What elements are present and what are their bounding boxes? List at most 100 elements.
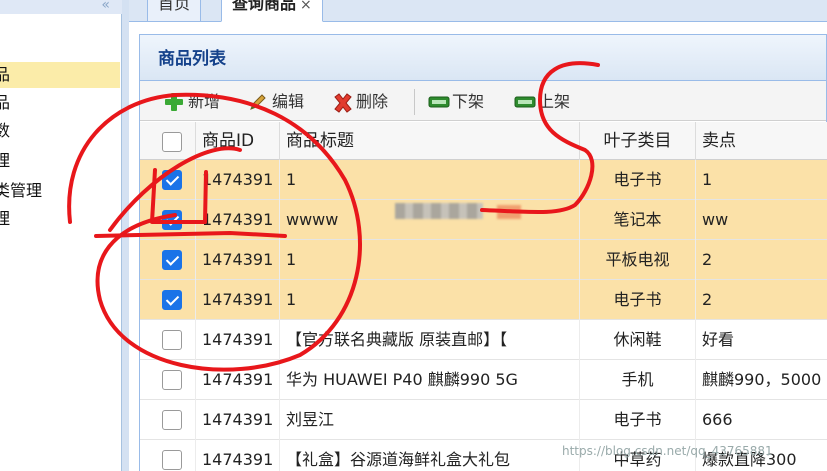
col-header-category[interactable]: 叶子类目 [580, 122, 696, 160]
nav-header: « [0, 0, 122, 14]
table-row[interactable]: 1474391 华为 HUAWEI P40 麒麟990 5G 手机 麒麟990，500… [140, 360, 827, 400]
nav-item-1[interactable]: 品 [0, 62, 120, 88]
shelf-bar-icon [428, 92, 450, 112]
col-header-title[interactable]: 商品标题 [280, 122, 580, 160]
table-row[interactable]: 1474391 wwww 笔记本 ww [140, 200, 827, 240]
offshelf-button[interactable]: 下架 [428, 91, 484, 113]
double-chevron-left-icon[interactable]: « [101, 0, 110, 13]
add-button[interactable]: 新增 [164, 91, 220, 113]
row-select-cell [140, 160, 196, 200]
row-checkbox[interactable] [162, 210, 182, 230]
row-checkbox[interactable] [162, 450, 182, 470]
cell-category: 笔记本 [580, 200, 696, 240]
delete-label: 删除 [356, 92, 389, 111]
row-checkbox[interactable] [162, 410, 182, 430]
offshelf-label: 下架 [452, 92, 485, 111]
nav-item-label: 品 [0, 65, 11, 84]
nav-item-label: 理 [0, 151, 11, 170]
delete-x-icon [332, 92, 352, 113]
cell-selling-point: 2 [702, 290, 713, 309]
tab-label: 查询商品 [232, 0, 297, 13]
cell-selling-point: ww [702, 210, 729, 229]
select-all-cell [140, 122, 196, 160]
edit-button[interactable]: 编辑 [248, 91, 304, 113]
tab-label: 首页 [158, 0, 191, 13]
table-row[interactable]: 1474391 1 电子书 1 [140, 160, 827, 200]
row-select-cell [140, 400, 196, 440]
cell-title: 【礼盒】谷源道海鲜礼盒大礼包 [280, 440, 580, 471]
tab-bar: 首页 查询商品 × [129, 0, 827, 22]
left-nav-panel: « 品 品 数 理 类管理 理 [0, 0, 122, 471]
nav-item-label: 类管理 [0, 181, 43, 200]
cell-selling-point: 好看 [702, 330, 735, 349]
grid-toolbar: 新增 编辑 删除 下架 上架 [140, 81, 826, 121]
redacted-region [497, 205, 521, 219]
cell-id: 1474391 [196, 440, 280, 471]
cell-selling-point: 1 [702, 170, 713, 189]
cell-id: 1474391 [196, 280, 280, 320]
row-select-cell [140, 360, 196, 400]
app-window: « 品 品 数 理 类管理 理 首页 查询商品 × 商品列表 新增 编辑 删除 … [0, 0, 827, 471]
tab-home[interactable]: 首页 [147, 0, 202, 22]
col-header-selling-point[interactable]: 卖点 [696, 122, 827, 160]
nav-item-5[interactable]: 类管理 [0, 178, 120, 204]
close-icon[interactable]: × [300, 0, 312, 13]
row-select-cell [140, 240, 196, 280]
select-all-checkbox[interactable] [162, 132, 182, 152]
cell-selling-point: 2 [702, 250, 713, 269]
cell-selling-point: 麒麟990，5000 [702, 370, 822, 389]
row-checkbox[interactable] [162, 370, 182, 390]
nav-item-2[interactable]: 品 [0, 90, 120, 116]
cell-title: 华为 HUAWEI P40 麒麟990 5G [280, 360, 580, 400]
cell-id: 1474391 [196, 160, 280, 200]
shelf-bar-icon [514, 92, 536, 112]
watermark: https://blog.csdn.net/qq_43765881 [562, 444, 773, 458]
cell-category: 休闲鞋 [580, 320, 696, 360]
splitter[interactable] [122, 0, 129, 471]
grid-body: 1474391 1 电子书 1 1474391 wwww 笔记本 ww 1474391 1 平板电视… [140, 160, 827, 471]
add-label: 新增 [188, 92, 221, 111]
cell-category: 电子书 [580, 160, 696, 200]
grid-header: 商品ID 商品标题 叶子类目 卖点 [140, 122, 827, 160]
row-select-cell [140, 280, 196, 320]
nav-item-label: 品 [0, 93, 11, 112]
table-row[interactable]: 1474391 刘昱江 电子书 666 [140, 400, 827, 440]
col-header-id[interactable]: 商品ID [196, 122, 280, 160]
row-checkbox[interactable] [162, 330, 182, 350]
row-checkbox[interactable] [162, 250, 182, 270]
cell-category: 电子书 [580, 280, 696, 320]
cell-id: 1474391 [196, 200, 280, 240]
product-grid-panel: 商品列表 新增 编辑 删除 下架 上架 商品ID 商品标题 叶子类目 卖点 14… [139, 34, 827, 471]
toolbar-divider [414, 89, 415, 115]
onshelf-label: 上架 [538, 92, 571, 111]
cell-category: 电子书 [580, 400, 696, 440]
pencil-icon [248, 92, 268, 112]
cell-title: 【官方联名典藏版 原装直邮】【 [280, 320, 580, 360]
cell-title: 1 [280, 280, 580, 320]
cell-id: 1474391 [196, 360, 280, 400]
cell-id: 1474391 [196, 240, 280, 280]
cell-id: 1474391 [196, 320, 280, 360]
onshelf-button[interactable]: 上架 [514, 91, 570, 113]
edit-label: 编辑 [272, 92, 305, 111]
tab-query-products[interactable]: 查询商品 × [221, 0, 323, 22]
table-row[interactable]: 1474391 【官方联名典藏版 原装直邮】【 休闲鞋 好看 [140, 320, 827, 360]
row-checkbox[interactable] [162, 290, 182, 310]
cell-category: 手机 [580, 360, 696, 400]
nav-item-label: 数 [0, 121, 11, 140]
table-row[interactable]: 1474391 1 平板电视 2 [140, 240, 827, 280]
row-checkbox[interactable] [162, 170, 182, 190]
redacted-region [395, 203, 483, 219]
delete-button[interactable]: 删除 [332, 91, 388, 113]
row-select-cell [140, 200, 196, 240]
cell-selling-point: 666 [702, 410, 733, 429]
nav-item-label: 理 [0, 209, 11, 228]
cell-category: 平板电视 [580, 240, 696, 280]
row-select-cell [140, 440, 196, 471]
nav-item-6[interactable]: 理 [0, 206, 120, 232]
nav-item-4[interactable]: 理 [0, 148, 120, 174]
table-row[interactable]: 1474391 1 电子书 2 [140, 280, 827, 320]
panel-title: 商品列表 [140, 35, 826, 81]
row-select-cell [140, 320, 196, 360]
nav-item-3[interactable]: 数 [0, 118, 120, 144]
